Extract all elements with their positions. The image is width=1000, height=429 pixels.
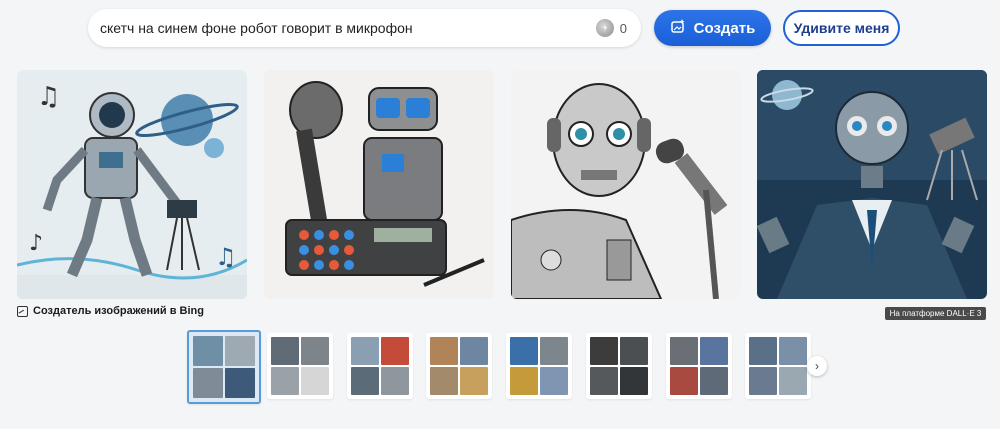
thumbnail-tile (225, 336, 255, 366)
thumbnail-tile (779, 337, 807, 365)
result-image-3[interactable] (511, 70, 741, 299)
surprise-me-button[interactable]: Удивите меня (783, 10, 900, 46)
thumbnail-tile (430, 367, 458, 395)
thumbnail-tile (381, 337, 409, 365)
boost-counter: 0 (595, 19, 627, 37)
thumbnail-tile (510, 337, 538, 365)
history-thumbnail[interactable] (187, 330, 261, 404)
image-creator-caption: Создатель изображений в Bing (17, 305, 204, 317)
result-image-1[interactable]: ♫ ♪ ♫ (17, 70, 247, 299)
sparkle-image-icon (670, 18, 686, 38)
chevron-right-icon[interactable]: › (807, 356, 827, 376)
coin-icon (595, 19, 614, 37)
history-thumbnail[interactable] (506, 333, 572, 399)
thumbnail-tile (700, 367, 728, 395)
surprise-button-label: Удивите меня (793, 20, 890, 36)
thumbnail-tile (301, 337, 329, 365)
thumbnail-tile (225, 368, 255, 398)
history-thumbnail[interactable] (586, 333, 652, 399)
thumbnail-tile (301, 367, 329, 395)
thumbnail-tile (351, 367, 379, 395)
image-creator-icon (17, 305, 28, 317)
thumbnail-tile (620, 367, 648, 395)
thumbnail-tile (193, 336, 223, 366)
thumbnail-tile (590, 337, 618, 365)
history-thumbnail[interactable] (347, 333, 413, 399)
svg-text:♫: ♫ (37, 82, 60, 112)
thumbnail-tile (351, 337, 379, 365)
result-image-2[interactable] (264, 70, 494, 299)
svg-text:♫: ♫ (215, 243, 237, 271)
thumbnail-tile (510, 367, 538, 395)
history-thumbnail[interactable] (745, 333, 811, 399)
thumbnail-tile (590, 367, 618, 395)
dalle-badge: На платформе DALL·E 3 (885, 307, 986, 320)
thumbnail-tile (540, 367, 568, 395)
thumbnail-tile (620, 337, 648, 365)
thumbnail-tile (749, 337, 777, 365)
thumbnail-tile (193, 368, 223, 398)
thumbnail-tile (271, 337, 299, 365)
history-thumbnail[interactable] (267, 333, 333, 399)
svg-text:♪: ♪ (29, 231, 43, 256)
result-image-4[interactable] (757, 70, 987, 299)
thumbnail-tile (670, 337, 698, 365)
prompt-input[interactable] (100, 20, 596, 36)
create-button-label: Создать (693, 19, 756, 37)
create-button[interactable]: Создать (654, 10, 771, 46)
thumbnail-tile (779, 367, 807, 395)
thumbnail-tile (749, 367, 777, 395)
search-bar[interactable]: 0 (88, 9, 641, 47)
thumbnail-tile (381, 367, 409, 395)
caption-text: Создатель изображений в Bing (33, 305, 204, 317)
coin-count: 0 (619, 20, 627, 36)
thumbnail-tile (430, 337, 458, 365)
thumbnail-tile (271, 367, 299, 395)
history-thumbnail[interactable] (666, 333, 732, 399)
thumbnail-tile (460, 337, 488, 365)
thumbnail-tile (460, 367, 488, 395)
thumbnail-tile (670, 367, 698, 395)
history-thumbnail[interactable] (426, 333, 492, 399)
thumbnail-tile (700, 337, 728, 365)
thumbnail-tile (540, 337, 568, 365)
